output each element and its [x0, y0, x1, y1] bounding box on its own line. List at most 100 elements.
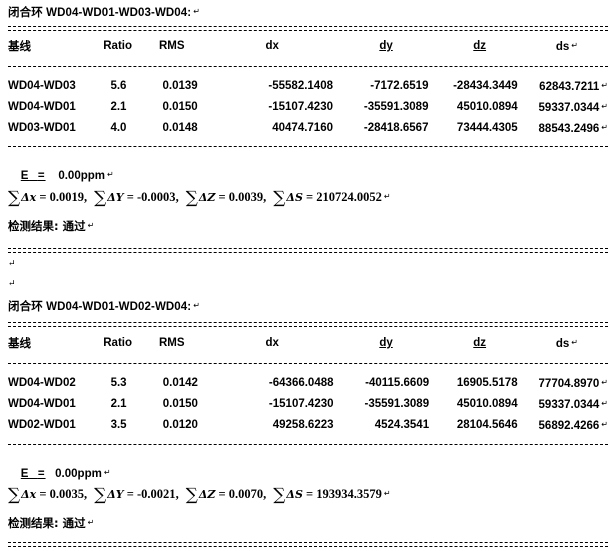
table-row: WD04-WD01 2.1 0.0150 -15107.4230 -35591.…	[8, 394, 608, 415]
sigma-icon: ∑	[8, 188, 21, 208]
cell-dy: -35591.3089	[364, 398, 430, 410]
sum-dy-label: ΔY	[107, 191, 124, 204]
sigma-icon: ∑	[94, 188, 107, 208]
sum-dy-value: -0.0003	[137, 190, 176, 204]
cell-baseline: WD04-WD02	[8, 377, 76, 389]
paragraph-mark-standalone-2: ↵	[8, 278, 16, 288]
col-header-dz: dz	[473, 40, 487, 52]
table-row: WD02-WD01 3.5 0.0120 49258.6223 4524.354…	[8, 415, 608, 436]
sigma-icon: ∑	[185, 485, 198, 505]
cell-ds: 88543.2496 ↵	[538, 123, 608, 135]
result-line-2: 检测结果: 通过 ↵	[8, 516, 95, 530]
cell-dy: -35591.3089	[363, 101, 429, 113]
cell-ratio: 2.1	[110, 101, 127, 113]
cell-dx: -55582.1408	[268, 80, 333, 92]
error-value-1: 0.00ppm	[58, 170, 106, 182]
cell-dx: -64366.0488	[268, 377, 334, 389]
separator-double-1	[8, 26, 608, 31]
col-header-dz: dz	[473, 337, 487, 349]
col-header-dy: dy	[379, 40, 393, 52]
cell-dy: -28418.6567	[363, 122, 429, 134]
col-header-dx: dx	[265, 337, 279, 349]
cell-rms: 0.0142	[162, 377, 198, 389]
separator-double-2	[8, 248, 608, 253]
table-header-row-1: 基线 Ratio RMS dx dy dz ds ↵	[8, 36, 608, 57]
closure-table-2: 基线 Ratio RMS dx dy dz ds ↵	[8, 333, 608, 354]
table-row: WD04-WD02 5.3 0.0142 -64366.0488 -40115.…	[8, 373, 608, 394]
cell-rms: 0.0120	[162, 419, 198, 431]
cell-dz: 28104.5646	[456, 419, 518, 431]
loop-title-1: 闭合环 WD04-WD01-WD03-WD04: ↵	[8, 4, 200, 20]
sum-dy-label: ΔY	[107, 488, 124, 501]
sum-dx-value: 0.0019	[49, 190, 84, 204]
sum-dz-label: ΔZ	[198, 191, 216, 204]
sum-dz-label: ΔZ	[198, 488, 216, 501]
loop-title-path-1: WD04-WD01-WD03-WD04:	[46, 7, 192, 19]
document-page: 闭合环 WD04-WD01-WD03-WD04: ↵ 基线 Ratio RMS d…	[0, 0, 616, 551]
cell-dy: -7172.6519	[370, 80, 429, 92]
separator-single-1	[8, 66, 608, 68]
separator-single-3	[8, 363, 608, 365]
col-header-ds: ds ↵	[555, 338, 578, 350]
paragraph-mark-icon: ↵	[193, 7, 201, 16]
cell-dy: 4524.3541	[374, 419, 430, 431]
separator-single-2	[8, 146, 608, 148]
cell-rms: 0.0150	[162, 101, 198, 113]
sum-ds-label: ΔS	[286, 488, 303, 501]
col-header-baseline: 基线	[8, 38, 31, 53]
loop-title-2: 闭合环 WD04-WD01-WD02-WD04: ↵	[8, 298, 200, 314]
cell-dx: -15107.4230	[268, 101, 333, 113]
sigma-icon: ∑	[8, 485, 21, 505]
table-row: WD04-WD01 2.1 0.0150 -15107.4230 -35591.…	[8, 97, 608, 118]
col-header-ds: ds ↵	[555, 41, 578, 53]
sigma-icon: ∑	[94, 485, 107, 505]
sigma-icon: ∑	[273, 188, 286, 208]
cell-ratio: 4.0	[110, 122, 127, 134]
cell-dx: -15107.4230	[268, 398, 334, 410]
cell-rms: 0.0148	[162, 122, 198, 134]
error-value-2: 0.00ppm	[55, 468, 102, 480]
loop-title-label-1: 闭合环	[8, 5, 43, 19]
cell-ratio: 5.3	[110, 377, 127, 389]
result-label-1: 检测结果:	[8, 219, 59, 233]
paragraph-mark-standalone-1: ↵	[8, 258, 16, 268]
cell-ratio: 2.1	[110, 398, 127, 410]
sum-dx-value: 0.0035	[49, 487, 84, 501]
col-header-baseline: 基线	[8, 335, 31, 350]
cell-ratio: 5.6	[110, 80, 127, 92]
cell-ds: 59337.0344 ↵	[538, 399, 608, 411]
col-header-dy: dy	[379, 337, 393, 349]
col-header-ratio: Ratio	[103, 337, 132, 349]
col-header-rms: RMS	[158, 337, 185, 349]
closure-table-1: 基线 Ratio RMS dx dy dz ds ↵	[8, 36, 608, 57]
error-label-2: E =	[20, 468, 46, 480]
col-header-rms: RMS	[158, 40, 185, 52]
sum-dz-value: 0.0070	[228, 487, 264, 501]
paragraph-mark-icon: ↵	[193, 301, 201, 310]
cell-dz: 45010.0894	[456, 398, 518, 410]
cell-baseline: WD04-WD03	[8, 80, 76, 92]
cell-baseline: WD04-WD01	[8, 398, 76, 410]
sum-formula-line-1: ∑Δx = 0.0019, ∑ΔY = -0.0003, ∑ΔZ = 0.0039,…	[8, 188, 391, 208]
result-label-2: 检测结果:	[8, 516, 59, 530]
separator-double-3	[8, 322, 608, 327]
cell-dx: 40474.7160	[272, 122, 333, 134]
closure-table-body-1: WD04-WD03 5.6 0.0139 -55582.1408 -7172.6…	[8, 76, 608, 139]
table-row: WD04-WD03 5.6 0.0139 -55582.1408 -7172.6…	[8, 76, 608, 97]
sigma-icon: ∑	[273, 485, 286, 505]
col-header-ratio: Ratio	[103, 40, 132, 52]
cell-ratio: 3.5	[110, 419, 127, 431]
cell-dz: -28434.3449	[453, 80, 518, 92]
separator-single-4	[8, 444, 608, 446]
sum-ds-value: 210724.0052	[316, 190, 382, 204]
cell-rms: 0.0150	[162, 398, 198, 410]
cell-dz: 45010.0894	[456, 101, 518, 113]
sum-ds-value: 193934.3579	[316, 487, 382, 501]
loop-title-path-2: WD04-WD01-WD02-WD04:	[46, 301, 192, 313]
cell-dx: 49258.6223	[272, 419, 334, 431]
result-value-1: 通过	[62, 219, 86, 233]
cell-baseline: WD02-WD01	[8, 419, 76, 431]
result-value-2: 通过	[62, 516, 86, 530]
cell-rms: 0.0139	[162, 80, 198, 92]
cell-ds: 56892.4266 ↵	[538, 420, 608, 432]
